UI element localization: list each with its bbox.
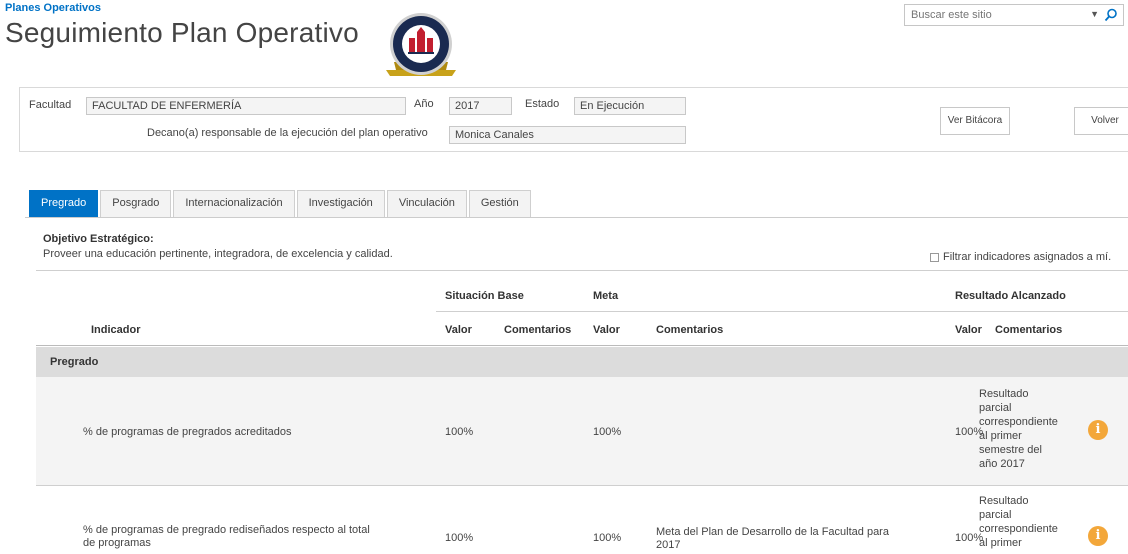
row-2-meta-valor: 100% xyxy=(593,532,622,544)
objective-text: Proveer una educación pertinente, integr… xyxy=(43,248,393,260)
search-box: ▼ xyxy=(904,4,1124,26)
decano-label: Decano(a) responsable de la ejecución de… xyxy=(147,127,428,139)
tab-pregrado[interactable]: Pregrado xyxy=(29,190,99,217)
row-divider xyxy=(36,485,1128,486)
volver-button[interactable]: Volver xyxy=(1074,107,1128,135)
group-row-pregrado: Pregrado xyxy=(36,347,1128,377)
row-1-meta-valor: 100% xyxy=(593,426,622,438)
filter-assigned[interactable]: Filtrar indicadores asignados a mí. xyxy=(930,251,1111,263)
university-logo xyxy=(386,13,456,76)
tab-bar: Pregrado Posgrado Internacionalización I… xyxy=(25,190,1128,218)
col-comentarios-base: Comentarios xyxy=(504,324,572,336)
search-icon[interactable] xyxy=(1103,7,1119,23)
estado-label: Estado xyxy=(525,98,560,110)
filter-checkbox[interactable] xyxy=(930,252,939,262)
header-meta: Meta xyxy=(593,290,619,302)
tab-internacionalizacion[interactable]: Internacionalización xyxy=(173,190,295,217)
header-resultado-alcanzado: Resultado Alcanzado xyxy=(955,290,1066,302)
decano-field: Monica Canales xyxy=(449,126,686,144)
anio-label: Año xyxy=(414,98,434,110)
facultad-field: FACULTAD DE ENFERMERÍA xyxy=(86,97,406,115)
estado-field: En Ejecución xyxy=(574,97,686,115)
page-title: Seguimiento Plan Operativo xyxy=(5,17,359,48)
filter-label: Filtrar indicadores asignados a mí. xyxy=(943,251,1112,263)
row-1-base-valor: 100% xyxy=(445,426,474,438)
tab-posgrado[interactable]: Posgrado xyxy=(100,190,172,217)
header-situacion-base: Situación Base xyxy=(445,290,524,302)
row-1-indicador: % de programas de pregrados acreditados xyxy=(83,426,292,438)
col-comentarios-resultado: Comentarios xyxy=(995,324,1063,336)
plan-info-panel: Facultad FACULTAD DE ENFERMERÍA Año 2017… xyxy=(19,87,1128,152)
col-valor-resultado: Valor xyxy=(955,324,982,336)
site-link-planes-operativos[interactable]: Planes Operativos xyxy=(5,2,101,14)
row-2-base-valor: 100% xyxy=(445,532,474,544)
facultad-label: Facultad xyxy=(29,99,72,111)
col-indicador: Indicador xyxy=(91,324,141,336)
anio-field: 2017 xyxy=(449,97,512,115)
tab-gestion[interactable]: Gestión xyxy=(468,190,531,217)
tab-investigacion[interactable]: Investigación xyxy=(296,190,385,217)
search-scope-dropdown-icon[interactable]: ▼ xyxy=(1090,9,1099,19)
row-2-indicador: % de programas de pregrado rediseñados r… xyxy=(83,524,370,549)
objective-title: Objetivo Estratégico: xyxy=(43,233,154,245)
row-1-resultado-comentarios: Resultado parcial correspondiente al pri… xyxy=(979,388,1058,470)
table-top-divider xyxy=(36,270,1128,271)
tab-vinculacion[interactable]: Vinculación xyxy=(386,190,467,217)
search-input[interactable] xyxy=(905,5,1085,25)
group-row-label: Pregrado xyxy=(50,356,99,368)
group-header-divider xyxy=(436,311,1128,312)
col-valor-base: Valor xyxy=(445,324,472,336)
col-valor-meta: Valor xyxy=(593,324,620,336)
ver-bitacora-button[interactable]: Ver Bitácora xyxy=(940,107,1010,135)
info-icon[interactable]: i xyxy=(1088,526,1108,546)
info-icon[interactable]: i xyxy=(1088,420,1108,440)
row-2-meta-comentarios: Meta del Plan de Desarrollo de la Facult… xyxy=(656,526,889,551)
header-bottom-divider xyxy=(36,345,1128,346)
row-2-resultado-comentarios: Resultado parcial correspondiente al pri… xyxy=(979,495,1058,549)
col-comentarios-meta: Comentarios xyxy=(656,324,724,336)
